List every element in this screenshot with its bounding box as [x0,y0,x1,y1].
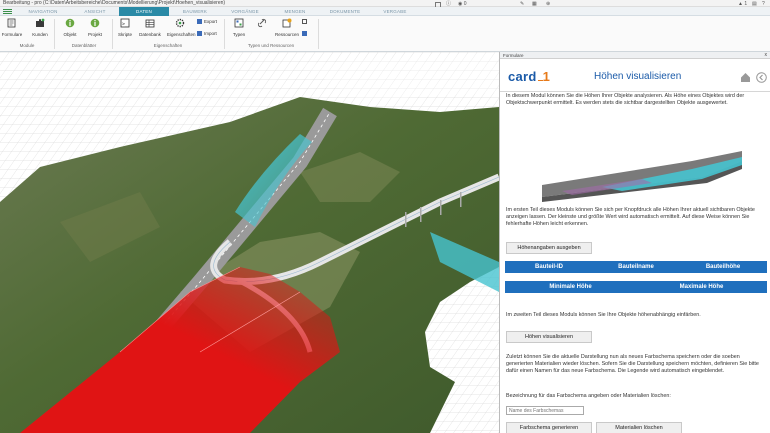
tab-dokumente[interactable]: DOKUMENTE [320,7,370,16]
visualisieren-button[interactable]: Höhen visualisieren [506,331,592,343]
sketch-button[interactable] [302,19,309,25]
group-module: Module [19,43,35,48]
form-panel: Formulare x card 1 Höhen visualisieren In… [499,52,770,433]
panel-brand-bar: card 1 Höhen visualisieren [500,59,770,92]
ribbon-divider [224,19,225,49]
hoehenangaben-button[interactable]: Höhenangaben ausgeben [506,242,592,254]
menu-icon[interactable] [3,8,12,15]
datenbank-button[interactable]: Datenbank [139,18,161,37]
terrain-scene[interactable] [0,52,499,433]
tab-vorgaenge[interactable]: VORGÄNGE [220,7,270,16]
column-bauteilname[interactable]: Bauteilname [593,261,679,273]
palette-icon [302,31,307,37]
formulare-button[interactable]: Formulare [1,18,23,37]
materialien-loeschen-button[interactable]: Materialien löschen [596,422,682,433]
import-icon [197,31,202,37]
page-title: Höhen visualisieren [594,71,682,82]
objekt-button[interactable]: Objekt [59,18,81,37]
card1-logo: card 1 [508,69,551,84]
ribbon-tabs: NAVIGATION ANSICHT DATEN BAUWERK VORGÄNG… [0,7,770,16]
info-circle-icon [90,18,100,28]
group-datenblaetter: Datenblätter [71,43,97,48]
height-preview-image [542,151,742,202]
column-bauteil-id[interactable]: Bauteil-ID [505,261,593,273]
projekt-button[interactable]: Projekt [84,18,106,37]
ribbon-divider [318,19,319,49]
ressourcen-button[interactable]: Ressourcen [274,18,300,37]
script-icon: >_ [120,18,130,28]
window-title: Bearbeitung - pro (C:\Daten\Arbeitsberei… [3,0,226,6]
types-icon [234,18,244,28]
3d-viewport[interactable] [0,52,499,433]
part2-text: Im zweiten Teil dieses Moduls können Sie… [506,312,701,318]
intro-text: In diesem Modul können Sie die Höhen Ihr… [506,93,745,106]
back-icon[interactable] [756,72,767,83]
column-bauteilhoehe[interactable]: Bauteilhöhe [679,261,767,273]
palette-button[interactable] [302,31,309,37]
export-button[interactable]: Export [197,19,217,25]
info-circle-icon [65,18,75,28]
tab-daten[interactable]: DATEN [119,7,169,16]
puzzle-icon [36,18,45,27]
import-button[interactable]: Import [197,31,217,37]
export-icon [197,19,202,25]
farbschema-generieren-button[interactable]: Farbschema generieren [506,422,592,433]
eigenschaften-button[interactable]: Eigenschaften [167,18,196,37]
farbschema-name-input[interactable] [506,406,584,415]
part3-text: Zuletzt können Sie die aktuelle Darstell… [506,354,759,374]
gear-icon [175,18,185,28]
panel-header: Formulare x [500,52,770,59]
home-icon[interactable] [740,72,751,83]
svg-text:>_: >_ [122,22,129,28]
group-typen-ressourcen: Typen und Ressourcen [247,43,295,48]
sketch-icon [302,19,307,25]
tab-ansicht[interactable]: ANSICHT [72,7,118,16]
minmax-header: Minimale Höhe Maximale Höhe [505,281,767,293]
tab-vergabe[interactable]: VERGABE [370,7,420,16]
skripte-button[interactable]: >_ Skripte [114,18,136,37]
link-button[interactable] [251,18,273,32]
part1-text: Im ersten Teil dieses Moduls können Sie … [506,207,755,227]
resources-icon [282,18,292,28]
link-icon [258,19,266,27]
ribbon: Formulare Kunden Module Objekt Projekt D… [0,16,770,52]
panel-header-title: Formulare [503,53,524,58]
group-eigenschaften: Eigenschaften [153,43,183,48]
typen-button[interactable]: Typen [228,18,250,37]
kunden-button[interactable]: Kunden [29,18,51,37]
forms-icon [7,18,16,28]
bezeichnung-label: Bezeichnung für das Farbschema angeben o… [506,393,671,399]
database-icon [145,19,155,28]
ribbon-divider [54,19,55,49]
results-table-header: Bauteil-ID Bauteilname Bauteilhöhe [505,261,767,273]
tab-navigation[interactable]: NAVIGATION [14,7,72,16]
tab-bauwerk[interactable]: BAUWERK [170,7,220,16]
close-icon[interactable]: x [765,52,768,59]
label-maximale-hoehe: Maximale Höhe [679,284,724,290]
ribbon-divider [112,19,113,49]
label-minimale-hoehe: Minimale Höhe [549,284,592,290]
title-bar: Bearbeitung - pro (C:\Daten\Arbeitsberei… [0,0,770,8]
tab-mengen[interactable]: MENGEN [270,7,320,16]
